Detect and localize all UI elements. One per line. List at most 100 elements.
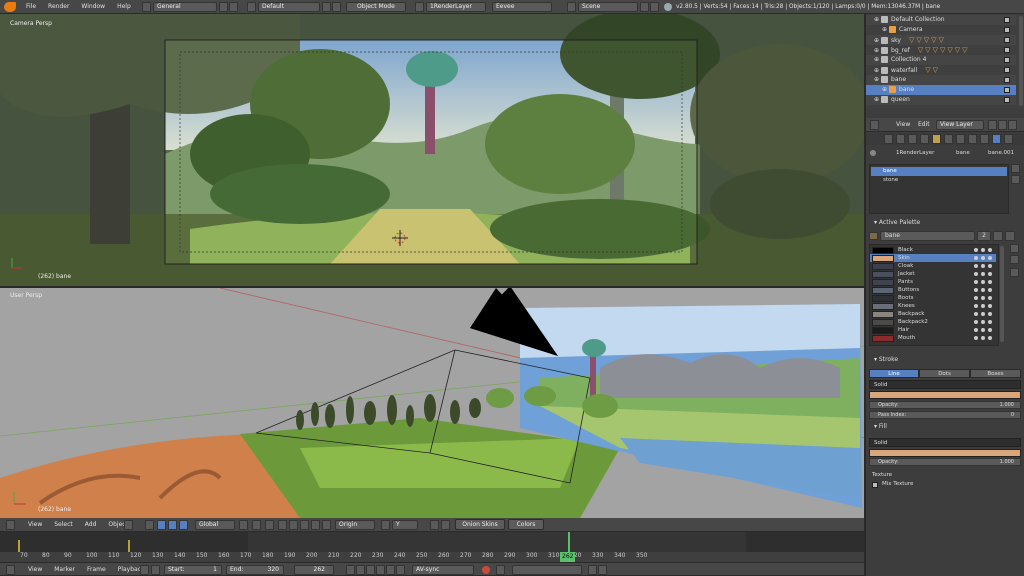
outliner-row[interactable]: ⊕ Default Collection xyxy=(866,15,1016,25)
tab-world-icon[interactable] xyxy=(908,134,917,144)
end-frame-field[interactable]: End: 320 xyxy=(226,565,284,575)
lock-range-icon[interactable] xyxy=(151,565,160,575)
prev-key-icon[interactable] xyxy=(356,565,365,575)
close-screen-icon[interactable] xyxy=(229,2,238,12)
eye-icon[interactable] xyxy=(974,288,978,292)
cursor-tool-icon[interactable] xyxy=(124,520,133,530)
lock-icon[interactable] xyxy=(981,328,985,332)
outliner-row[interactable]: ⊕ queen xyxy=(866,95,1016,105)
expand-toggle-icon[interactable]: ⊕ xyxy=(874,67,879,74)
lock-icon[interactable] xyxy=(981,264,985,268)
eye-icon[interactable] xyxy=(974,320,978,324)
pin-icon[interactable] xyxy=(870,150,876,156)
palette-color-row[interactable]: Hair xyxy=(870,326,996,334)
palette-color-swatch[interactable] xyxy=(872,295,894,302)
onion-icon[interactable] xyxy=(988,272,992,276)
palette-color-list[interactable]: Black Skin Cloak Jacket Pants Buttons Boots Kne… xyxy=(869,244,999,346)
timeline-editor-icon[interactable] xyxy=(6,565,15,575)
add-screen-icon[interactable] xyxy=(219,2,228,12)
lock-icon[interactable] xyxy=(981,296,985,300)
visibility-checkbox[interactable] xyxy=(1004,27,1010,33)
palette-color-row[interactable]: Jacket xyxy=(870,270,996,278)
outliner-row[interactable]: ⊕ Camera xyxy=(866,25,1016,35)
menu-select[interactable]: Select xyxy=(48,518,79,531)
lock-icon[interactable] xyxy=(981,280,985,284)
props-remove-icon[interactable] xyxy=(1008,120,1017,130)
palette-color-row[interactable]: Pants xyxy=(870,278,996,286)
stroke-header[interactable]: ▾ Stroke xyxy=(866,355,1024,365)
axis-icon[interactable] xyxy=(381,520,390,530)
menu-view[interactable]: View xyxy=(22,518,48,531)
stroke-color-swatch[interactable] xyxy=(869,391,1021,399)
eye-icon[interactable] xyxy=(974,312,978,316)
layer-toggle-icon[interactable] xyxy=(311,520,320,530)
screen-layout-field[interactable]: General xyxy=(153,2,217,12)
palette-color-row[interactable]: Knees xyxy=(870,302,996,310)
viewport-user[interactable]: User Persp (262) bane xyxy=(0,288,864,518)
current-frame-field[interactable]: 262 xyxy=(294,565,334,575)
lock-icon[interactable] xyxy=(981,272,985,276)
mode-select[interactable]: Object Mode xyxy=(346,2,406,12)
props-menu-edit[interactable]: Edit xyxy=(912,118,936,131)
menu-add[interactable]: Add xyxy=(79,518,103,531)
palette-color-row[interactable]: Boots xyxy=(870,294,996,302)
expand-toggle-icon[interactable]: ⊕ xyxy=(882,86,887,93)
eye-icon[interactable] xyxy=(974,272,978,276)
sync-select[interactable]: AV-sync xyxy=(412,565,474,575)
tab-data-icon[interactable] xyxy=(968,134,977,144)
scene-layout-icon[interactable] xyxy=(247,2,256,12)
stroke-tab-line[interactable]: Line xyxy=(869,369,919,378)
jump-end-icon[interactable] xyxy=(396,565,405,575)
colors-button[interactable]: Colors xyxy=(508,519,544,530)
menu-timeline-view[interactable]: View xyxy=(22,563,48,576)
preview-range-icon[interactable] xyxy=(140,565,149,575)
tab-render-icon[interactable] xyxy=(884,134,893,144)
outliner[interactable]: ⊕ Default Collection ⊕ Camera ⊕ sky ▽▽▽▽▽ ⊕ bg_r… xyxy=(866,14,1024,110)
mix-texture-box[interactable] xyxy=(872,482,878,488)
onion-icon[interactable] xyxy=(988,320,992,324)
palette-color-swatch[interactable] xyxy=(872,287,894,294)
lock-icon[interactable] xyxy=(981,320,985,324)
menu-render[interactable]: Render xyxy=(42,0,75,13)
menu-marker[interactable]: Marker xyxy=(48,563,81,576)
menu-frame[interactable]: Frame xyxy=(81,563,112,576)
expand-toggle-icon[interactable]: ⊕ xyxy=(874,47,879,54)
scene-layout-field[interactable]: Default xyxy=(258,2,320,12)
outliner-row[interactable]: ⊕ bane xyxy=(866,75,1016,85)
grid-tool-icon[interactable] xyxy=(145,520,154,530)
palette-remove-icon[interactable] xyxy=(1010,255,1019,264)
visibility-checkbox[interactable] xyxy=(1004,47,1010,53)
eye-icon[interactable] xyxy=(974,264,978,268)
play-icon[interactable] xyxy=(376,565,385,575)
palette-color-swatch[interactable] xyxy=(872,335,894,342)
tab-modifiers-icon[interactable] xyxy=(944,134,953,144)
tab-material-icon[interactable] xyxy=(980,134,989,144)
fill-header[interactable]: ▾ Fill xyxy=(866,422,1024,432)
tab-object-icon[interactable] xyxy=(932,134,941,144)
onion-icon[interactable] xyxy=(988,288,992,292)
proportional-icon[interactable] xyxy=(300,520,309,530)
tab-constraints-icon[interactable] xyxy=(956,134,965,144)
visibility-checkbox[interactable] xyxy=(1004,87,1010,93)
visibility-checkbox[interactable] xyxy=(1004,17,1010,23)
play-reverse-icon[interactable] xyxy=(366,565,375,575)
gpencil-layers-list[interactable]: bane stone xyxy=(869,164,1009,214)
scene-icon[interactable] xyxy=(567,2,576,12)
start-frame-field[interactable]: Start: 1 xyxy=(164,565,222,575)
palette-color-swatch[interactable] xyxy=(872,263,894,270)
menu-help[interactable]: Help xyxy=(111,0,137,13)
palette-fake-user-icon[interactable] xyxy=(993,231,1003,241)
palette-color-swatch[interactable] xyxy=(872,319,894,326)
screen-layout-icon[interactable] xyxy=(142,2,151,12)
insert-key-icon[interactable] xyxy=(588,565,597,575)
eye-icon[interactable] xyxy=(974,296,978,300)
visibility-checkbox[interactable] xyxy=(1004,97,1010,103)
close-scene-icon[interactable] xyxy=(650,2,659,12)
palette-selector[interactable]: bane 2 xyxy=(869,231,1019,241)
palette-name-field[interactable]: bane xyxy=(880,231,975,241)
axis-select[interactable]: Y xyxy=(392,520,418,530)
palette-color-row[interactable]: Buttons xyxy=(870,286,996,294)
jump-start-icon[interactable] xyxy=(346,565,355,575)
lock-icon[interactable] xyxy=(981,336,985,340)
eye-icon[interactable] xyxy=(974,304,978,308)
